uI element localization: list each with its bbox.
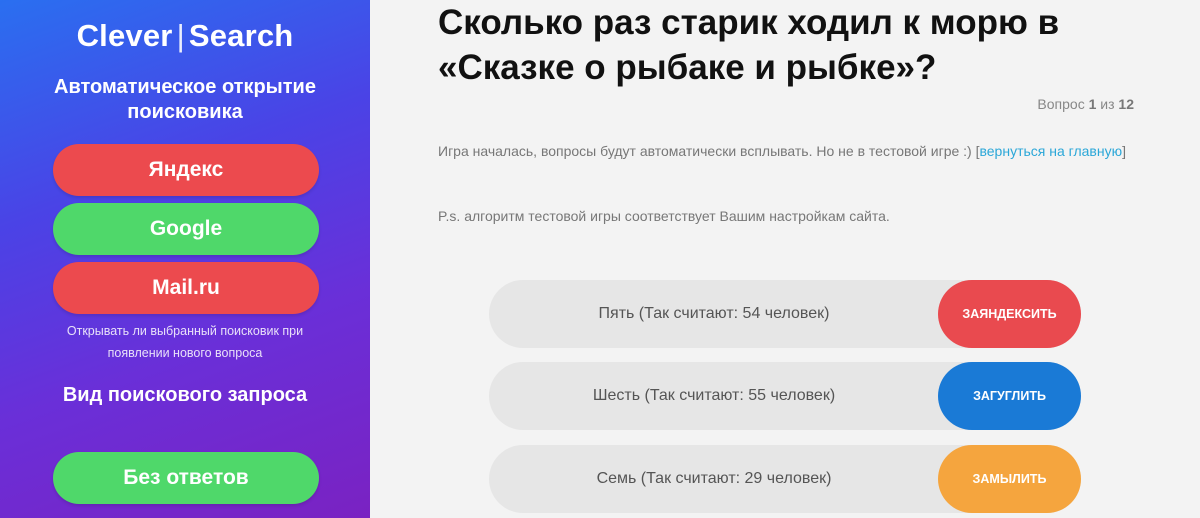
answer-text: Пять (Так считают: 54 человек) xyxy=(598,305,830,322)
info-text: Игра началась, вопросы будут автоматичес… xyxy=(438,143,980,159)
info-close: ] xyxy=(1122,143,1126,159)
question-counter: Вопрос 1 из 12 xyxy=(1037,96,1134,112)
logo-left: Clever xyxy=(76,18,173,53)
answer-text: Шесть (Так считают: 55 человек) xyxy=(592,387,836,404)
logo-right: Search xyxy=(188,18,294,53)
answer-option: Шесть (Так считают: 55 человек) ЗАГУГЛИТ… xyxy=(489,362,1081,430)
google-search-button[interactable]: ЗАГУГЛИТЬ xyxy=(938,362,1081,430)
query-heading: Вид поискового запроса xyxy=(62,384,308,406)
engine-note: Открывать ли выбранный поисковик при поя… xyxy=(66,324,304,360)
mailru-button[interactable]: Mail.ru xyxy=(53,262,319,314)
counter-current: 1 xyxy=(1088,96,1097,112)
engine-heading: Автоматическое открытие поисковика xyxy=(54,76,316,123)
answer-option: Семь (Так считают: 29 человек) ЗАМЫЛИТЬ xyxy=(489,445,1081,513)
logo-separator: | xyxy=(176,18,185,53)
game-info: Игра началась, вопросы будут автоматичес… xyxy=(438,139,1128,164)
main-content: Сколько раз старик ходил к морю в «Сказк… xyxy=(370,0,1200,518)
counter-sep: из xyxy=(1100,96,1115,112)
back-home-link[interactable]: вернуться на главную xyxy=(979,143,1122,159)
answer-option: Пять (Так считают: 54 человек) ЗАЯНДЕКСИ… xyxy=(489,280,1081,348)
counter-prefix: Вопрос xyxy=(1037,96,1085,112)
counter-total: 12 xyxy=(1118,96,1134,112)
query-mode-button[interactable]: Без ответов xyxy=(53,452,319,504)
question-title: Сколько раз старик ходил к морю в «Сказк… xyxy=(438,3,1060,87)
sidebar: Clever | Search Автоматическое открытие по… xyxy=(0,0,370,518)
mailru-search-button[interactable]: ЗАМЫЛИТЬ xyxy=(938,445,1081,513)
google-button[interactable]: Google xyxy=(53,203,319,255)
answer-text: Семь (Так считают: 29 человек) xyxy=(596,470,832,487)
ps-note: P.s. алгоритм тестовой игры соответствуе… xyxy=(438,208,890,224)
yandex-button[interactable]: Яндекс xyxy=(53,144,319,196)
logo[interactable]: Clever | Search xyxy=(0,18,370,54)
yandex-search-button[interactable]: ЗАЯНДЕКСИТЬ xyxy=(938,280,1081,348)
